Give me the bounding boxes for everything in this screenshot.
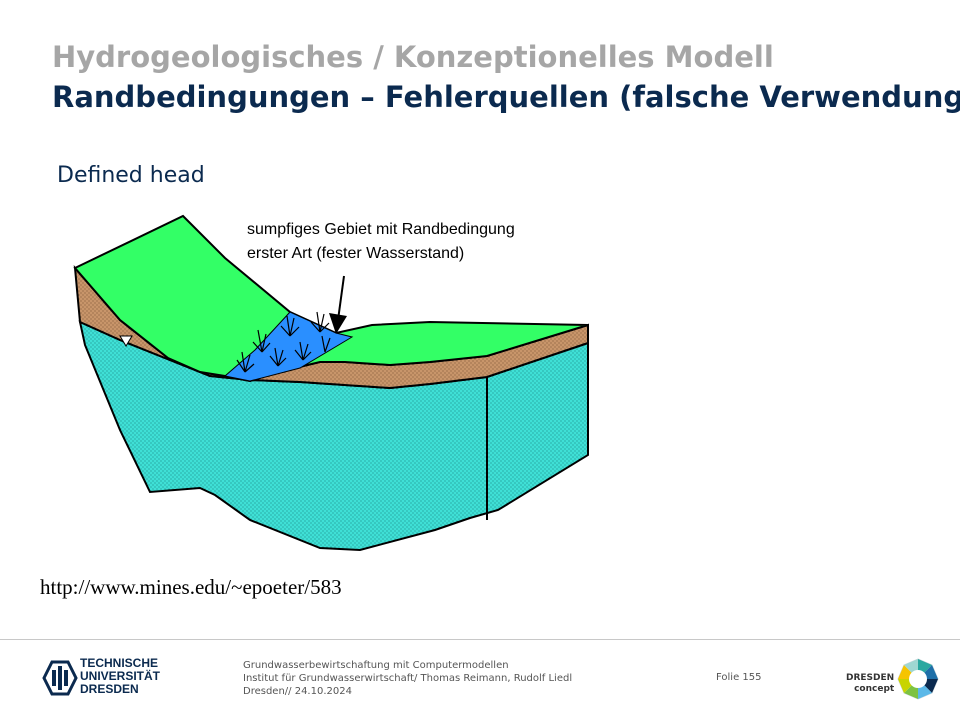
wetland-annotation: sumpfiges Gebiet mit Randbedingung erste… xyxy=(247,218,515,266)
university-line-3: DRESDEN xyxy=(80,682,139,696)
page-number: Folie 155 xyxy=(716,672,762,683)
footer-info: Grundwasserbewirtschaftung mit Computerm… xyxy=(243,659,572,698)
footer-place-date: Dresden// 24.10.2024 xyxy=(243,686,352,697)
dresden-concept-text: DRESDEN concept xyxy=(846,673,894,695)
footer-course: Grundwasserbewirtschaftung mit Computerm… xyxy=(243,660,509,671)
annotation-line-2: erster Art (fester Wasserstand) xyxy=(247,245,465,262)
footer-divider xyxy=(0,639,960,640)
university-name: TECHNISCHE UNIVERSITÄT DRESDEN xyxy=(80,657,160,696)
dresden-concept-logo-icon xyxy=(897,658,939,700)
source-url[interactable]: http://www.mines.edu/~epoeter/583 xyxy=(40,575,342,600)
footer-institute: Institut für Grundwasserwirtschaft/ Thom… xyxy=(243,673,573,684)
dresden-line-1: DRESDEN xyxy=(846,673,895,683)
annotation-arrow xyxy=(337,275,345,321)
hydrogeology-block-diagram xyxy=(73,214,589,552)
dresden-line-2: concept xyxy=(854,684,895,694)
annotation-line-1: sumpfiges Gebiet mit Randbedingung xyxy=(247,221,515,238)
